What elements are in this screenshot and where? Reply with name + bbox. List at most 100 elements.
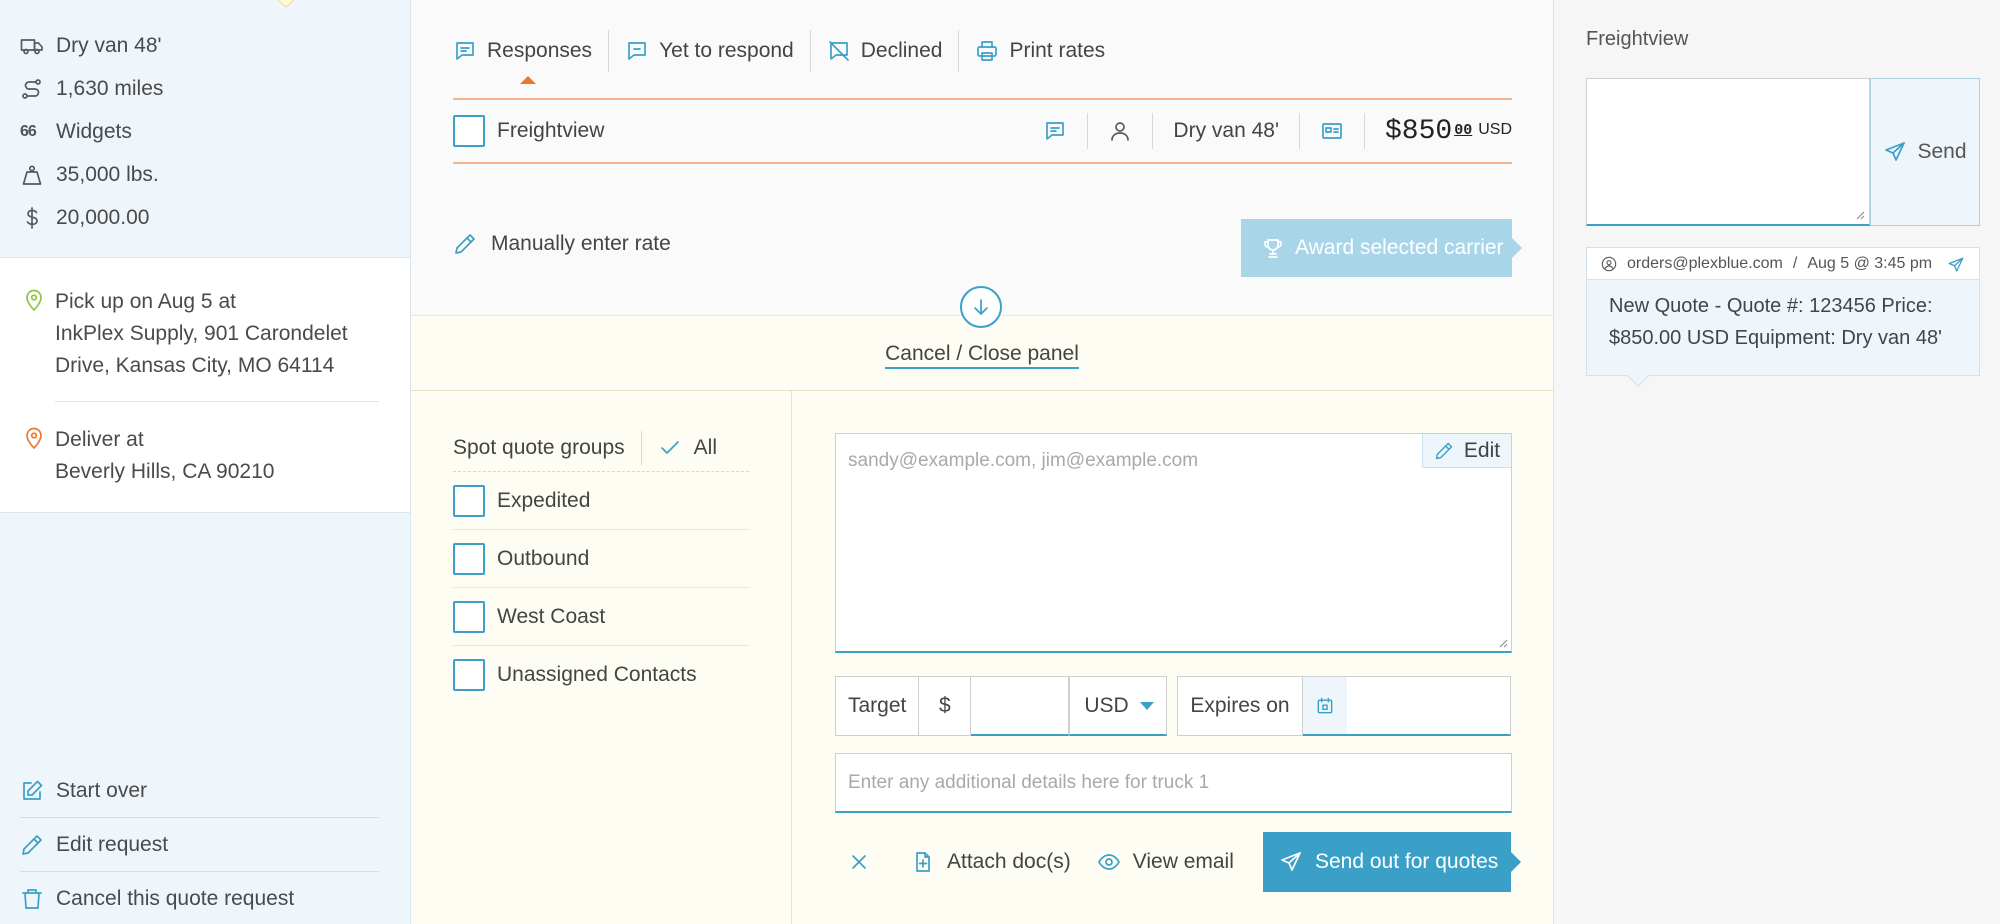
- user-icon[interactable]: [1108, 119, 1132, 143]
- message-input[interactable]: [1586, 78, 1870, 226]
- file-plus-icon: [916, 852, 930, 872]
- response-equipment: Dry van 48': [1173, 119, 1279, 142]
- expires-label: Expires on: [1177, 676, 1303, 736]
- price-currency: USD: [1478, 121, 1512, 138]
- select-all-groups[interactable]: All: [640, 430, 717, 465]
- send-message-button[interactable]: Send: [1870, 78, 1980, 226]
- tab-responses-label: Responses: [487, 39, 593, 62]
- send-out-for-quotes-button[interactable]: Send out for quotes: [1263, 832, 1521, 892]
- award-label: Award selected carrier: [1295, 236, 1504, 259]
- pickup-stop: Pick up on Aug 5 at InkPlex Supply, 901 …: [22, 286, 348, 382]
- spot-quote-panel: Cancel / Close panel Spot quote groups A…: [411, 315, 1553, 924]
- sent-icon: [1948, 257, 1964, 272]
- cancel-request-label: Cancel this quote request: [56, 887, 295, 910]
- expires-date-input[interactable]: [1346, 676, 1511, 736]
- eye-icon: [1097, 854, 1120, 870]
- spec-weight: 35,000 lbs.: [0, 153, 410, 196]
- email-recipients-input[interactable]: sandy@example.com, jim@example.com Edit: [835, 433, 1512, 653]
- collapse-panel-button[interactable]: [960, 286, 1002, 328]
- tab-yet-to-respond[interactable]: Yet to respond: [608, 30, 810, 72]
- card-tail: [1627, 375, 1649, 387]
- arrow-down-icon: [974, 299, 988, 315]
- center-content: Responses Yet to respond Declined Print …: [411, 0, 1553, 924]
- pickup-line2: InkPlex Supply, 901 Carondelet: [55, 322, 348, 345]
- response-checkbox[interactable]: [453, 115, 485, 147]
- trash-icon: [22, 889, 42, 909]
- edit-request-label: Edit request: [56, 832, 169, 856]
- user-circle-icon: [1601, 256, 1617, 271]
- calendar-button[interactable]: [1302, 676, 1347, 736]
- target-amount-input[interactable]: [971, 676, 1070, 736]
- delivery-line1: Deliver at: [55, 428, 144, 451]
- close-icon: [852, 855, 866, 869]
- tab-responses[interactable]: Responses: [453, 30, 608, 84]
- send-quotes-label: Send out for quotes: [1315, 850, 1499, 873]
- price-cents: 00: [1454, 121, 1473, 139]
- map-pin-icon: [26, 289, 42, 311]
- tab-print-rates[interactable]: Print rates: [958, 30, 1121, 72]
- message-body: New Quote - Quote #: 123456 Price: $850.…: [1609, 295, 1942, 349]
- message-icon[interactable]: [1043, 119, 1067, 143]
- attach-docs-button[interactable]: Attach doc(s): [911, 850, 1071, 874]
- edit-recipients-button[interactable]: Edit: [1422, 434, 1511, 468]
- resize-grip-icon[interactable]: [1855, 210, 1865, 220]
- left-sidebar: Dry van 48' 1,630 miles 66 Widgets 35,00…: [0, 0, 411, 924]
- group-label: West Coast: [497, 604, 606, 628]
- edit-label: Edit: [1463, 438, 1501, 462]
- response-tabs: Responses Yet to respond Declined Print …: [453, 30, 1121, 84]
- calendar-icon: [1317, 697, 1332, 713]
- spot-quote-groups: Spot quote groups All Expedited Outbound…: [453, 430, 749, 704]
- messages-sidebar: Freightview Send orders@plexblue.com / A…: [1553, 0, 2000, 924]
- group-checkbox[interactable]: [453, 542, 485, 575]
- value-text: 20,000.00: [56, 205, 150, 229]
- shipment-specs: Dry van 48' 1,630 miles 66 Widgets 35,00…: [0, 24, 410, 239]
- id-card-icon[interactable]: [1320, 119, 1344, 143]
- group-checkbox[interactable]: [453, 484, 485, 517]
- commodity-text: Widgets: [56, 119, 132, 143]
- response-row[interactable]: Freightview Dry van 48' $850 00 USD: [453, 98, 1512, 164]
- group-checkbox[interactable]: [453, 600, 485, 633]
- notch-decoration: [277, 0, 295, 8]
- target-row: Target $ USD Expires on: [835, 676, 1511, 736]
- quote-icon: 66: [20, 122, 37, 140]
- tab-declined[interactable]: Declined: [809, 30, 959, 72]
- group-item-outbound[interactable]: Outbound: [453, 530, 749, 588]
- tab-yet-to-respond-label: Yet to respond: [659, 39, 794, 62]
- weight-icon: [22, 164, 42, 185]
- attach-label: Attach doc(s): [947, 850, 1071, 873]
- target-currency-select[interactable]: USD: [1069, 676, 1168, 736]
- manual-rate-label: Manually enter rate: [491, 232, 671, 255]
- panel-divider: [411, 390, 1553, 391]
- clear-button[interactable]: [847, 850, 871, 874]
- start-over-button[interactable]: Start over: [20, 764, 379, 818]
- send-icon: [1281, 852, 1301, 871]
- group-item-west-coast[interactable]: West Coast: [453, 588, 749, 646]
- edit-request-button[interactable]: Edit request: [20, 818, 379, 872]
- groups-all-label: All: [693, 435, 717, 459]
- group-checkbox[interactable]: [453, 659, 485, 691]
- start-over-label: Start over: [56, 778, 148, 802]
- spec-commodity: 66 Widgets: [0, 110, 410, 153]
- group-item-unassigned[interactable]: Unassigned Contacts: [453, 646, 749, 704]
- group-label: Unassigned Contacts: [497, 663, 697, 686]
- additional-details-input[interactable]: Enter any additional details here for tr…: [835, 753, 1512, 813]
- cancel-close-label: Cancel / Close panel: [885, 342, 1079, 369]
- currency-value: USD: [1084, 693, 1129, 717]
- pencil-icon: [1435, 442, 1453, 459]
- message-meta: orders@plexblue.com / Aug 5 @ 3:45 pm: [1587, 248, 1979, 280]
- route-icon: [22, 78, 41, 99]
- group-item-expedited[interactable]: Expedited: [453, 472, 749, 530]
- cancel-request-button[interactable]: Cancel this quote request: [20, 872, 379, 924]
- pickup-line1: Pick up on Aug 5 at: [55, 290, 236, 313]
- resize-grip-icon[interactable]: [1498, 638, 1508, 648]
- caret-down-icon: [1140, 702, 1155, 710]
- price-dollars: $850: [1384, 115, 1453, 147]
- view-email-button[interactable]: View email: [1097, 850, 1234, 874]
- equipment-text: Dry van 48': [56, 33, 162, 57]
- panel-column-divider: [791, 391, 792, 924]
- manually-enter-rate-link[interactable]: Manually enter rate: [453, 232, 671, 256]
- cancel-close-panel-link[interactable]: Cancel / Close panel: [411, 342, 1553, 369]
- printer-icon: [977, 41, 998, 61]
- award-carrier-button[interactable]: Award selected carrier: [1241, 219, 1522, 277]
- pencil-icon: [22, 834, 42, 855]
